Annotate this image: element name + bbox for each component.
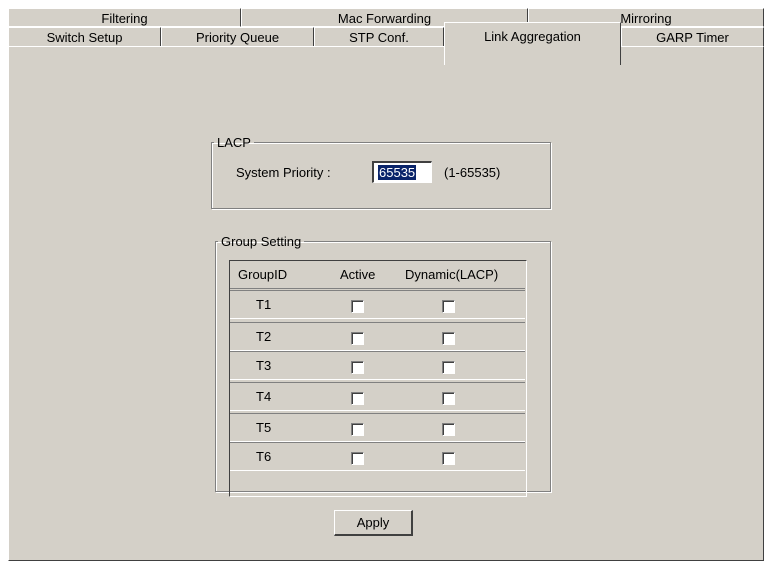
table-row: T1 (230, 290, 525, 319)
group-table-header: GroupID Active Dynamic(LACP) (230, 261, 525, 289)
system-priority-value: 65535 (378, 165, 417, 180)
dynamic-lacp-checkbox[interactable] (442, 361, 455, 374)
system-priority-label: System Priority : (236, 165, 331, 180)
lacp-title: LACP (217, 135, 251, 150)
column-header-dynamic-lacp: Dynamic(LACP) (405, 267, 499, 282)
group-setting-title: Group Setting (221, 234, 302, 249)
group-id: T1 (256, 297, 272, 312)
table-row: T5 (230, 413, 525, 442)
table-row: T2 (230, 322, 525, 351)
active-checkbox[interactable] (351, 361, 364, 374)
tab-switch-setup[interactable]: Switch Setup (8, 27, 161, 47)
window-frame: Filtering Mac Forwarding Mirroring Switc… (8, 8, 764, 561)
system-priority-input[interactable]: 65535 (372, 161, 432, 183)
tab-garp-timer[interactable]: GARP Timer (621, 27, 764, 47)
active-checkbox[interactable] (351, 392, 364, 405)
column-header-groupid: GroupID (238, 267, 288, 282)
group-id: T4 (256, 389, 272, 404)
column-header-active: Active (340, 267, 376, 282)
dynamic-lacp-checkbox[interactable] (442, 392, 455, 405)
group-id: T2 (256, 329, 272, 344)
group-table: GroupID Active Dynamic(LACP) T1 T2 T3 T4 (229, 260, 527, 497)
group-id: T3 (256, 358, 272, 373)
active-checkbox[interactable] (351, 423, 364, 436)
apply-button[interactable]: Apply (334, 510, 413, 536)
tab-filtering[interactable]: Filtering (8, 8, 241, 27)
dynamic-lacp-checkbox[interactable] (442, 452, 455, 465)
dynamic-lacp-checkbox[interactable] (442, 332, 455, 345)
group-id: T6 (256, 449, 272, 464)
active-checkbox[interactable] (351, 332, 364, 345)
group-id: T5 (256, 420, 272, 435)
dynamic-lacp-checkbox[interactable] (442, 300, 455, 313)
tab-panel-link-aggregation: LACP System Priority : 65535 (1-65535) G… (8, 46, 764, 561)
tab-priority-queue[interactable]: Priority Queue (161, 27, 314, 47)
dynamic-lacp-checkbox[interactable] (442, 423, 455, 436)
tab-stp-conf[interactable]: STP Conf. (314, 27, 444, 47)
system-priority-range: (1-65535) (444, 165, 501, 180)
active-checkbox[interactable] (351, 300, 364, 313)
table-row: T4 (230, 382, 525, 411)
table-row: T3 (230, 351, 525, 380)
active-checkbox[interactable] (351, 452, 364, 465)
tab-link-aggregation[interactable]: Link Aggregation (444, 22, 621, 65)
table-row: T6 (230, 442, 525, 471)
